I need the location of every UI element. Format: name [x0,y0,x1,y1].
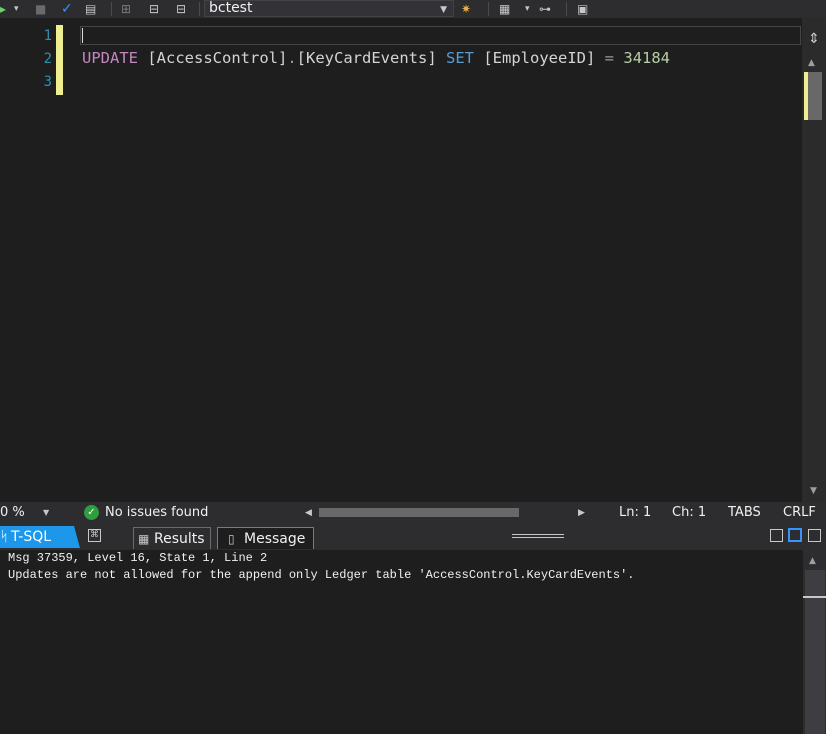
change-marker [804,72,808,120]
tsql-icon: ᛋ [0,529,9,545]
query-editor[interactable] [0,18,802,502]
database-select-value: bctest [209,0,253,16]
scroll-position-marker [803,596,826,598]
line-ending[interactable]: CRLF [783,502,816,524]
document-icon: ▯ [228,532,235,546]
tab-tsql-label: T-SQL [11,529,52,545]
editor-status-bar: 0 % ▼ ✓ No issues found ◀ ▶ Ln: 1 Ch: 1 … [0,502,826,524]
include-plan-icon[interactable]: ✷ [461,0,471,18]
text-caret [82,28,83,43]
hierarchy-icon[interactable]: ⊶ [539,0,551,18]
toolbar: ▸ ▾ ■ ✓ ▤ ⊞ ⊟ ⊟ bctest ▼ ✷ ▦ ▾ ⊶ ▣ [0,0,826,18]
equals-operator: = [604,49,615,67]
scroll-left-icon[interactable]: ◀ [305,502,312,524]
schema-identifier: [AccessControl] [147,49,288,67]
zoom-level[interactable]: 0 % [0,502,25,524]
column-indicator: Ch: 1 [672,505,707,520]
layout-side-by-side-icon[interactable] [770,529,783,542]
check-circle-icon: ✓ [84,505,99,520]
message-line: Msg 37359, Level 16, State 1, Line 2 [8,551,268,565]
scrollbar-thumb[interactable] [808,72,822,120]
layout-stacked-icon[interactable] [788,528,802,542]
split-editor-icon[interactable]: ⇕ [806,30,822,48]
parse-check-icon[interactable]: ✓ [61,0,73,18]
toolbar-separator [488,2,489,16]
results-grid-icon[interactable]: ▦ [499,0,510,18]
tab-message[interactable]: ▯ Message [217,527,314,549]
issues-status[interactable]: No issues found [105,502,208,524]
scroll-down-icon[interactable]: ▼ [810,486,817,496]
tab-message-label: Message [244,531,306,547]
messages-pane[interactable]: Msg 37359, Level 16, State 1, Line 2 Upd… [0,550,803,734]
grid-dropdown-icon[interactable]: ▾ [525,0,530,18]
scrollbar-thumb[interactable] [805,570,825,734]
tab-tsql[interactable]: ᛋ T-SQL [0,526,80,548]
toolbar-separator [566,2,567,16]
keyword-update: UPDATE [82,49,138,67]
results-tab-row: ᛋ T-SQL ⌘ ▦ Results ▯ Message [0,524,826,550]
current-line-highlight [80,26,801,45]
line-indicator: Ln: 1 [619,505,652,520]
line-number: 2 [43,51,52,67]
tab-results[interactable]: ▦ Results [133,527,211,549]
toolbar-separator [111,2,112,16]
scroll-right-icon[interactable]: ▶ [578,502,585,524]
tab-results-label: Results [154,531,205,547]
keyword-set: SET [446,49,474,67]
connect-icon[interactable]: ⊞ [121,0,131,18]
line-number: 3 [43,74,52,90]
query-plan-icon[interactable]: ⌘ [88,529,101,542]
run-arrow-icon[interactable]: ▸ [0,0,6,18]
number-literal: 34184 [623,49,671,67]
grid-icon: ▦ [138,532,150,546]
code-line[interactable]: UPDATE [AccessControl].[KeyCardEvents] S… [82,48,670,68]
results-to-icon[interactable]: ⊟ [176,0,186,18]
comment-icon[interactable]: ▣ [577,0,588,18]
chevron-down-icon: ▼ [440,5,447,15]
display-plan-icon[interactable]: ▤ [85,0,96,18]
horizontal-scrollbar-thumb[interactable] [319,508,519,517]
dot-separator: . [287,49,297,67]
chevron-down-icon[interactable]: ▼ [43,502,49,524]
stop-icon[interactable]: ■ [35,0,46,18]
query-options-icon[interactable]: ⊟ [149,0,159,18]
run-dropdown-icon[interactable]: ▾ [14,0,19,18]
maximize-pane-icon[interactable] [808,529,821,542]
message-line: Updates are not allowed for the append o… [8,568,635,582]
scroll-up-icon[interactable]: ▲ [808,58,815,68]
splitter-grip[interactable] [512,534,564,538]
scroll-up-icon[interactable]: ▲ [809,556,816,566]
line-number: 1 [43,28,52,44]
change-marker [56,25,63,95]
column-identifier: [EmployeeID] [483,49,596,67]
table-identifier: [KeyCardEvents] [296,49,437,67]
toolbar-separator [199,2,200,16]
indent-mode[interactable]: TABS [728,502,761,524]
database-select[interactable]: bctest ▼ [204,0,454,17]
